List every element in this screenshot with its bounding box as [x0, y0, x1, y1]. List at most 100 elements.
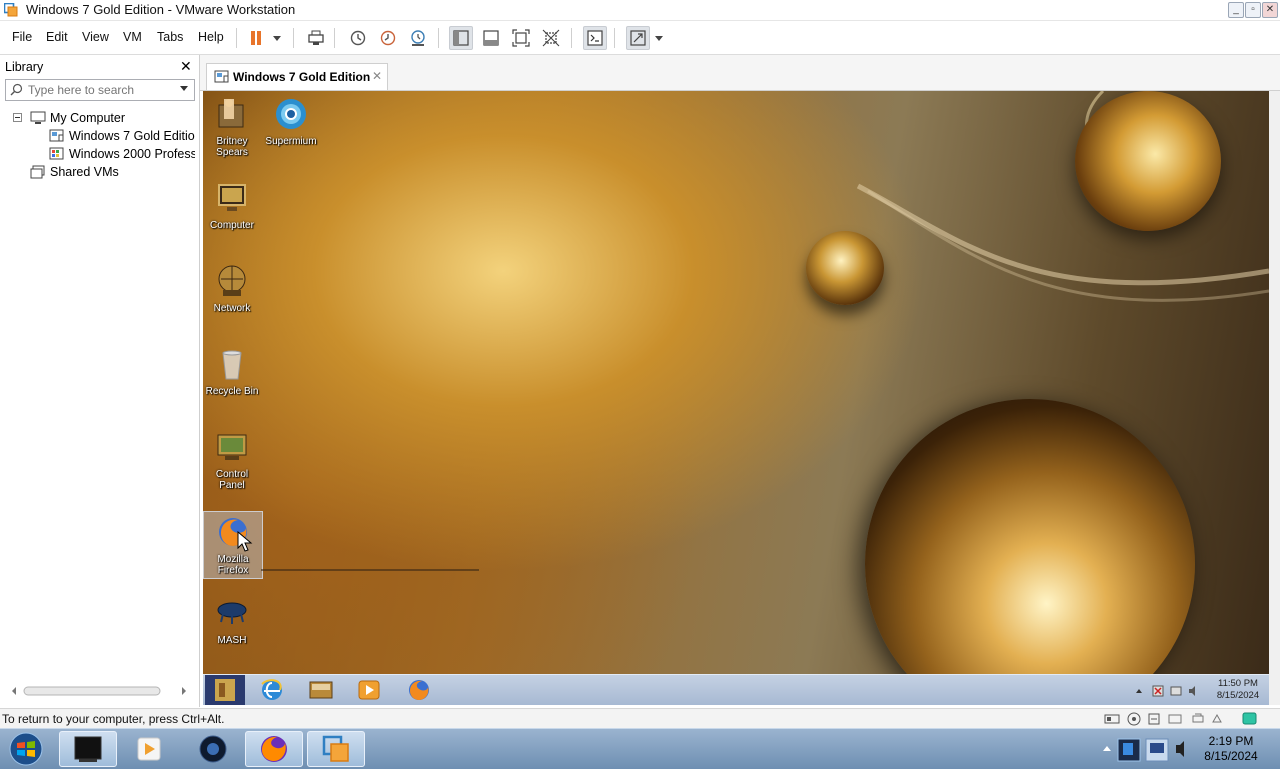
tab-label: Windows 7 Gold Edition: [233, 70, 371, 84]
power-dropdown-button[interactable]: [268, 26, 286, 50]
host-taskbar-firefox[interactable]: [245, 731, 303, 767]
desktop-icon-control-panel[interactable]: Control Panel: [203, 430, 261, 491]
host-clock[interactable]: 2:19 PM 8/15/2024: [1196, 734, 1266, 764]
search-icon: [10, 83, 23, 96]
console-view-icon: [587, 30, 603, 46]
host-taskbar-vm-black[interactable]: [59, 731, 117, 767]
library-panel: Library ✕ My Computer Windows 7 Gold Edi…: [0, 55, 200, 707]
close-library-icon[interactable]: ✕: [180, 58, 192, 75]
dropdown-arrow-icon: [273, 36, 281, 41]
media-player-icon[interactable]: [356, 678, 382, 702]
unity-icon: [542, 29, 560, 47]
pause-button[interactable]: [244, 26, 268, 50]
snapshot-manager-button[interactable]: [406, 26, 430, 50]
menu-tabs[interactable]: Tabs: [157, 30, 183, 44]
vm-vertical-scrollbar[interactable]: [1269, 91, 1280, 705]
desktop-icon-label: Britney Spears: [216, 136, 248, 158]
guest-tray-icons[interactable]: [1133, 684, 1203, 698]
show-library-button[interactable]: [449, 26, 473, 50]
toolbar-separator: [293, 28, 294, 48]
tree-item-my-computer[interactable]: My Computer: [0, 109, 195, 127]
vm-icon: [49, 129, 64, 142]
dropdown-arrow-icon: [655, 36, 663, 41]
library-horizontal-scrollbar[interactable]: [10, 685, 188, 697]
menu-view[interactable]: View: [82, 30, 109, 44]
desktop-icon-firefox[interactable]: Mozilla Firefox: [203, 511, 263, 579]
revert-snapshot-button[interactable]: [376, 26, 400, 50]
scrollbar-track: [12, 686, 186, 696]
menu-vm[interactable]: VM: [123, 30, 142, 44]
desktop-icon-label: Computer: [210, 220, 254, 231]
search-dropdown-icon[interactable]: [180, 86, 189, 93]
desktop-icon-recycle-bin[interactable]: Recycle Bin: [203, 347, 261, 397]
vmware-icon: [322, 735, 349, 762]
fit-guest-button[interactable]: [509, 26, 533, 50]
collapse-icon[interactable]: [13, 113, 22, 122]
firefox-icon: [261, 736, 287, 762]
host-tray-icons[interactable]: [1096, 733, 1196, 765]
shared-vms-icon: [30, 165, 45, 179]
snapshot-manager-icon: [411, 30, 425, 46]
toolbar-separator: [334, 28, 335, 48]
guest-vm-screen[interactable]: Britney Spears Supermium Computer Networ…: [203, 91, 1269, 705]
control-panel-icon: [217, 434, 247, 460]
console-view-button[interactable]: [583, 26, 607, 50]
gold-sphere-top: [1075, 91, 1221, 231]
desktop-icon-supermium[interactable]: Supermium: [262, 97, 320, 147]
tree-item-windows-7-gold[interactable]: Windows 7 Gold Edition: [0, 127, 195, 145]
desktop-icon-label: Control Panel: [215, 469, 249, 491]
library-search: [5, 79, 195, 101]
host-taskbar-vmware[interactable]: [307, 731, 365, 767]
device-status-icons[interactable]: [1103, 712, 1263, 726]
close-button[interactable]: ✕: [1262, 2, 1278, 18]
tab-windows-7-gold[interactable]: Windows 7 Gold Edition ✕: [206, 63, 388, 90]
browser-icon: [276, 99, 306, 129]
guest-clock-date: 8/15/2024: [1216, 690, 1260, 701]
send-ctrl-alt-del-icon: [308, 30, 324, 45]
take-snapshot-button[interactable]: [346, 26, 370, 50]
desktop-icon-label: Recycle Bin: [205, 386, 259, 397]
library-search-input[interactable]: [26, 81, 178, 99]
show-library-icon: [453, 30, 469, 46]
pause-icon: [251, 31, 261, 45]
window-title: Windows 7 Gold Edition - VMware Workstat…: [26, 2, 296, 17]
host-start-button[interactable]: [0, 731, 52, 767]
toolbar-separator: [236, 28, 237, 48]
computer-icon: [30, 111, 46, 124]
vm-icon: [49, 147, 64, 160]
desktop-icon-label: Supermium: [265, 136, 317, 147]
close-tab-icon[interactable]: ✕: [372, 69, 382, 83]
restore-button[interactable]: ▫: [1245, 2, 1261, 18]
host-taskbar-media-player[interactable]: [120, 731, 178, 767]
desktop-icon-britney-spears[interactable]: Britney Spears: [203, 97, 261, 158]
internet-explorer-icon[interactable]: [259, 678, 285, 702]
menu-help[interactable]: Help: [198, 30, 224, 44]
vmware-icon: [4, 3, 18, 17]
minimize-button[interactable]: _: [1228, 2, 1244, 18]
host-taskbar-supermium[interactable]: [184, 731, 242, 767]
fullscreen-icon: [630, 30, 646, 46]
status-bar: To return to your computer, press Ctrl+A…: [0, 708, 1280, 729]
tree-item-windows-2000[interactable]: Windows 2000 Professional: [0, 145, 195, 163]
guest-start-button-icon[interactable]: [205, 675, 245, 705]
unity-button[interactable]: [539, 26, 563, 50]
menu-file[interactable]: File: [12, 30, 32, 44]
desktop-icon-label: Mozilla Firefox: [217, 554, 249, 576]
send-ctrl-alt-del-button[interactable]: [304, 26, 328, 50]
desktop-icon-computer[interactable]: Computer: [203, 181, 261, 231]
status-message: To return to your computer, press Ctrl+A…: [2, 712, 225, 726]
file-explorer-icon[interactable]: [308, 678, 334, 702]
fullscreen-button[interactable]: [626, 26, 650, 50]
desktop-icon-mash[interactable]: MASH: [203, 596, 261, 646]
vm-black-icon: [74, 736, 102, 762]
tab-strip: Windows 7 Gold Edition ✕: [200, 55, 1280, 91]
desktop-icon-network[interactable]: Network: [203, 264, 261, 314]
toolbar-separator: [438, 28, 439, 48]
library-title: Library: [5, 60, 44, 74]
tree-item-shared-vms[interactable]: Shared VMs: [0, 163, 195, 181]
menu-edit[interactable]: Edit: [46, 30, 68, 44]
firefox-icon[interactable]: [406, 678, 432, 702]
thumbnail-bar-button[interactable]: [479, 26, 503, 50]
fullscreen-dropdown-button[interactable]: [650, 26, 668, 50]
guest-clock[interactable]: 11:50 PM 8/15/2024: [1213, 678, 1263, 702]
